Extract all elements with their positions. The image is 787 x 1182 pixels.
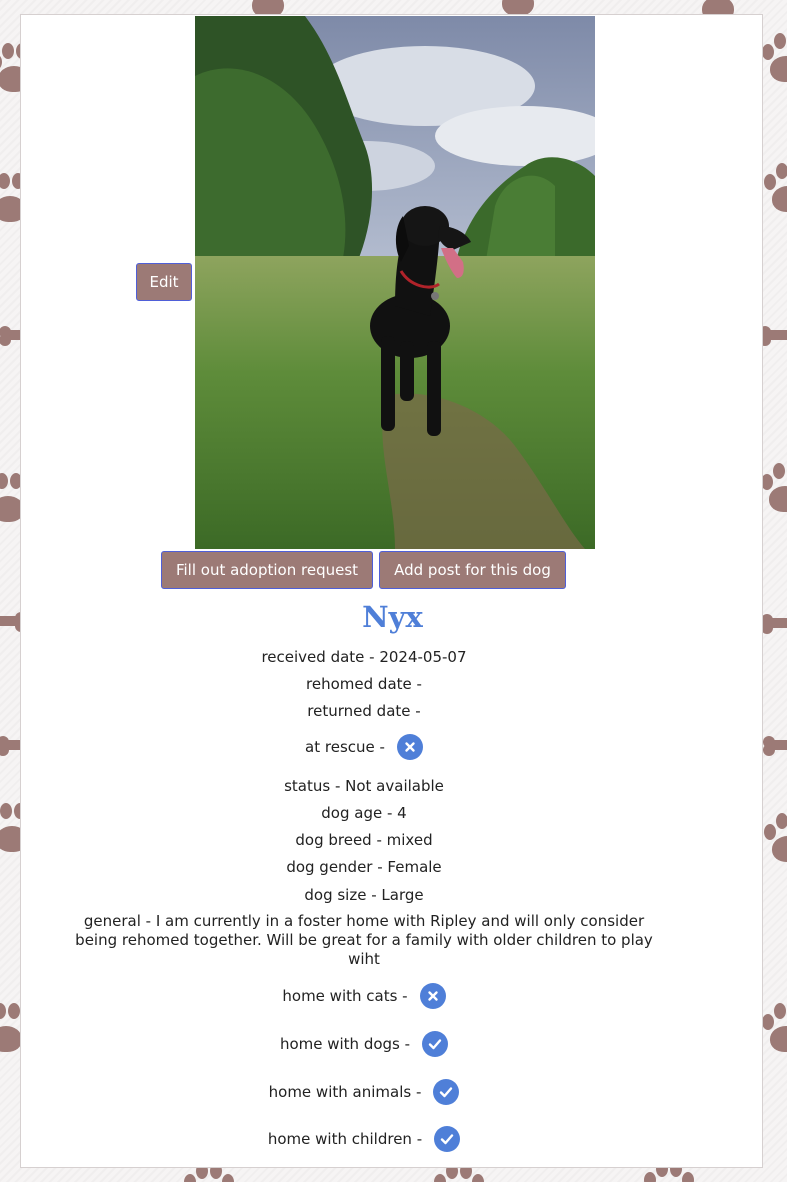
paw-print-icon [760,810,787,866]
home-with-dogs-label: home with dogs - [279,1035,411,1053]
adoption-request-button[interactable]: Fill out adoption request [161,551,373,589]
cross-icon [396,734,423,760]
home-with-cats-row: home with cats - [21,982,707,1010]
dog-breed: dog breed - mixed [295,831,433,849]
bone-icon [761,614,787,628]
home-with-dogs-row: home with dogs - [21,1030,707,1058]
at-rescue-label: at rescue - [305,738,385,756]
check-icon [433,1079,460,1105]
dog-photo-image [195,16,595,549]
home-with-animals-row: home with animals - [21,1078,707,1106]
status: status - Not available [284,777,444,795]
check-icon [422,1031,449,1057]
add-post-button[interactable]: Add post for this dog [379,551,566,589]
home-with-children-row: home with children - [21,1125,707,1153]
home-with-cats-label: home with cats - [282,987,408,1005]
edit-button[interactable]: Edit [136,263,192,301]
dog-gender: dog gender - Female [286,858,442,876]
bone-icon [763,736,787,750]
cross-icon [419,983,446,1009]
bone-icon [759,326,787,340]
dog-photo [195,16,595,549]
dog-profile-card: Edit Fill out adoption request Add post … [20,14,763,1168]
check-icon [434,1126,461,1152]
dog-age: dog age - 4 [321,804,407,822]
rehomed-date: rehomed date - [306,675,422,693]
returned-date: returned date - [307,702,421,720]
paw-print-icon [760,160,787,216]
dog-size: dog size - Large [304,886,424,904]
at-rescue-row: at rescue - [21,733,707,761]
dog-name: Nyx [362,600,423,634]
home-with-children-label: home with children - [267,1130,423,1148]
home-with-animals-label: home with animals - [268,1083,422,1101]
general-description: general - I am currently in a foster hom… [75,912,653,968]
received-date: received date - 2024-05-07 [261,648,467,666]
bone-icon [0,612,27,626]
